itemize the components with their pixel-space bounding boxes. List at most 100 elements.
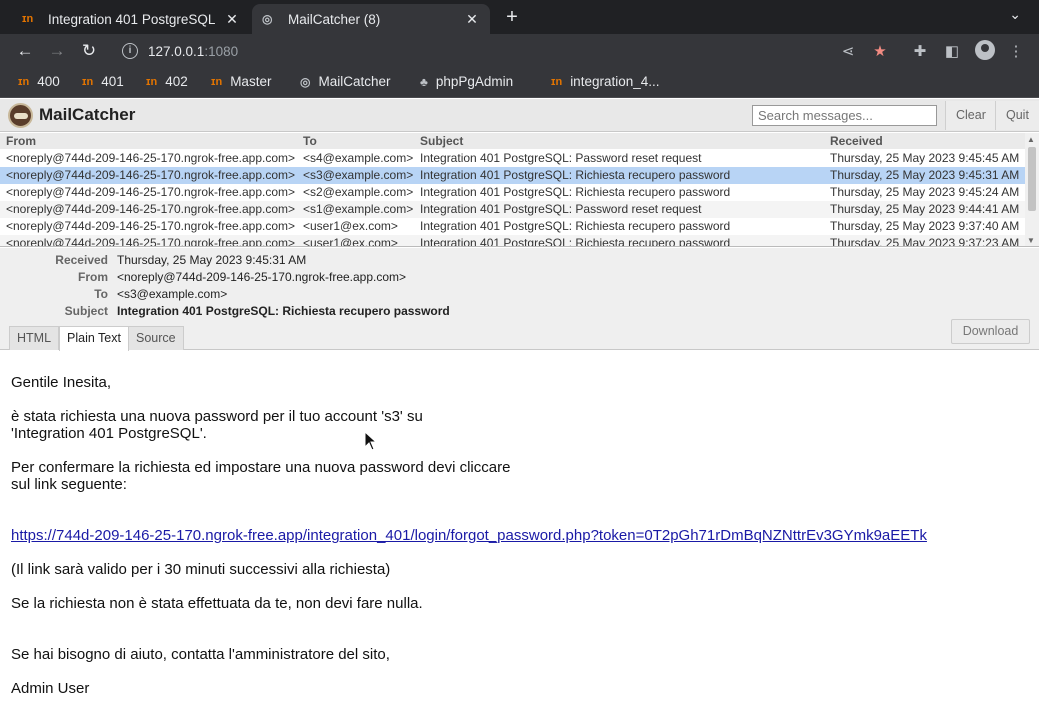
message-received: Thursday, 25 May 2023 9:44:41 AM — [830, 202, 1020, 216]
search-input[interactable] — [752, 105, 937, 126]
column-from[interactable]: From — [6, 134, 36, 148]
message-from: <noreply@744d-209-146-25-170.ngrok-free.… — [6, 236, 296, 247]
close-icon[interactable]: ✕ — [464, 11, 480, 28]
scroll-down-icon[interactable]: ▼ — [1027, 236, 1035, 245]
clear-button[interactable]: Clear — [945, 101, 996, 130]
moodle-icon: ɪn — [82, 75, 94, 88]
bookmark-master[interactable]: ɪn Master — [211, 74, 271, 89]
reset-password-link[interactable]: https://744d-209-146-25-170.ngrok-free.a… — [11, 527, 927, 544]
column-received[interactable]: Received — [830, 134, 883, 148]
message-subject: Integration 401 PostgreSQL: Richiesta re… — [420, 168, 731, 182]
message-from: <noreply@744d-209-146-25-170.ngrok-free.… — [6, 219, 296, 233]
reload-icon[interactable]: ↻ — [78, 40, 100, 62]
message-body: Gentile Inesita, è stata richiesta una n… — [0, 351, 1039, 718]
bookmark-label: phpPgAdmin — [435, 74, 514, 89]
bookmark-mailcatcher[interactable]: ◎ MailCatcher — [300, 74, 391, 89]
bookmark-phppgadmin[interactable]: ♣ phpPgAdmin — [420, 74, 513, 89]
message-to: <s1@example.com> — [303, 202, 414, 216]
meta-subject-value: Integration 401 PostgreSQL: Richiesta re… — [117, 304, 450, 318]
address-bar[interactable]: i 127.0.0.1:1080 — [110, 37, 836, 65]
back-arrow-icon[interactable]: ← — [14, 40, 36, 62]
tab-title: Integration 401 PostgreSQL — [48, 11, 216, 27]
tab-search-chevron-icon[interactable]: ⌄ — [1009, 6, 1021, 23]
profile-avatar[interactable] — [975, 40, 995, 60]
message-received: Thursday, 25 May 2023 9:45:31 AM — [830, 168, 1020, 182]
bookmark-star-icon[interactable]: ★ — [870, 42, 890, 60]
message-row-selected[interactable]: <noreply@744d-209-146-25-170.ngrok-free.… — [0, 167, 1025, 184]
meta-to-row: To <s3@example.com> — [0, 287, 700, 304]
bookmark-label: 401 — [101, 74, 124, 89]
body-paragraph: Se la richiesta non è stata effettuata d… — [11, 595, 423, 612]
tab-plain-text[interactable]: Plain Text — [59, 326, 129, 351]
app-title: MailCatcher — [39, 105, 136, 124]
message-received: Thursday, 25 May 2023 9:37:23 AM — [830, 236, 1020, 247]
extensions-icon[interactable]: ✚ — [910, 42, 930, 60]
message-list-header: From To Subject Received — [0, 133, 1025, 149]
scrollbar-thumb[interactable] — [1028, 147, 1036, 211]
browser-toolbar: ← → ↻ i 127.0.0.1:1080 ⋖ ★ ✚ ◧ ⋮ — [0, 34, 1039, 68]
body-signature: Admin User — [11, 680, 90, 697]
message-subject: Integration 401 PostgreSQL: Richiesta re… — [420, 219, 731, 233]
quit-button[interactable]: Quit — [995, 101, 1039, 130]
message-row[interactable]: <noreply@744d-209-146-25-170.ngrok-free.… — [0, 150, 1025, 167]
message-subject: Integration 401 PostgreSQL: Richiesta re… — [420, 185, 731, 199]
moodle-icon: ɪn — [146, 75, 158, 88]
tab-strip: ɪn Integration 401 PostgreSQL ✕ ◎ MailCa… — [0, 0, 1039, 34]
meta-from-value: <noreply@744d-209-146-25-170.ngrok-free.… — [117, 270, 407, 284]
body-validity-note: (Il link sarà valido per i 30 minuti suc… — [11, 561, 391, 578]
scroll-up-icon[interactable]: ▲ — [1027, 135, 1035, 144]
close-icon[interactable]: ✕ — [224, 11, 240, 28]
moodle-icon: ɪn — [211, 75, 223, 88]
download-button[interactable]: Download — [951, 319, 1030, 344]
elephant-icon: ♣ — [420, 74, 428, 89]
message-subject: Integration 401 PostgreSQL: Password res… — [420, 202, 702, 216]
meta-received-row: Received Thursday, 25 May 2023 9:45:31 A… — [0, 253, 700, 270]
moodle-icon: ɪn — [22, 13, 34, 25]
meta-received-value: Thursday, 25 May 2023 9:45:31 AM — [117, 253, 307, 267]
more-menu-icon[interactable]: ⋮ — [1006, 42, 1026, 60]
bookmark-label: 400 — [37, 74, 60, 89]
new-tab-button[interactable]: + — [500, 6, 524, 29]
bookmark-integration-4[interactable]: ɪn integration_4... — [551, 74, 660, 89]
message-row[interactable]: <noreply@744d-209-146-25-170.ngrok-free.… — [0, 218, 1025, 235]
tab-html[interactable]: HTML — [9, 326, 60, 350]
column-to[interactable]: To — [303, 134, 317, 148]
site-info-icon[interactable]: i — [122, 43, 138, 59]
message-list: From To Subject Received <noreply@744d-2… — [0, 133, 1039, 247]
message-to: <s3@example.com> — [303, 168, 414, 182]
message-list-scrollbar[interactable]: ▲ ▼ — [1025, 133, 1039, 246]
body-paragraph: Per confermare la richiesta ed impostare… — [11, 459, 511, 493]
bookmark-label: Master — [230, 74, 272, 89]
message-subject: Integration 401 PostgreSQL: Richiesta re… — [420, 236, 731, 247]
meta-label: From — [78, 270, 108, 284]
tab-mailcatcher[interactable]: ◎ MailCatcher (8) ✕ — [252, 4, 490, 34]
message-row[interactable]: <noreply@744d-209-146-25-170.ngrok-free.… — [0, 235, 1025, 247]
url-host: 127.0.0.1 — [148, 43, 205, 59]
column-subject[interactable]: Subject — [420, 134, 463, 148]
side-panel-icon[interactable]: ◧ — [942, 42, 962, 60]
body-paragraph: è stata richiesta una nuova password per… — [11, 408, 423, 442]
tab-source[interactable]: Source — [128, 326, 184, 350]
message-received: Thursday, 25 May 2023 9:45:24 AM — [830, 185, 1020, 199]
mailcatcher-icon: ◎ — [262, 12, 273, 26]
message-subject: Integration 401 PostgreSQL: Password res… — [420, 151, 702, 165]
message-to: <s4@example.com> — [303, 151, 414, 165]
tab-integration-401[interactable]: ɪn Integration 401 PostgreSQL ✕ — [12, 4, 250, 34]
bookmark-400[interactable]: ɪn 400 — [18, 74, 60, 89]
mailcatcher-logo-icon — [8, 103, 33, 128]
message-row[interactable]: <noreply@744d-209-146-25-170.ngrok-free.… — [0, 201, 1025, 218]
message-from: <noreply@744d-209-146-25-170.ngrok-free.… — [6, 202, 296, 216]
message-row[interactable]: <noreply@744d-209-146-25-170.ngrok-free.… — [0, 184, 1025, 201]
meta-label: Subject — [64, 304, 108, 318]
bookmark-401[interactable]: ɪn 401 — [82, 74, 124, 89]
body-greeting: Gentile Inesita, — [11, 374, 112, 391]
meta-subject-row: Subject Integration 401 PostgreSQL: Rich… — [0, 304, 700, 321]
tab-title: MailCatcher (8) — [288, 11, 381, 27]
url-port: :1080 — [204, 43, 239, 59]
mailcatcher-icon: ◎ — [300, 74, 311, 89]
message-received: Thursday, 25 May 2023 9:37:40 AM — [830, 219, 1020, 233]
message-to: <s2@example.com> — [303, 185, 414, 199]
forward-arrow-icon[interactable]: → — [46, 40, 68, 62]
bookmark-402[interactable]: ɪn 402 — [146, 74, 188, 89]
share-icon[interactable]: ⋖ — [838, 42, 858, 60]
